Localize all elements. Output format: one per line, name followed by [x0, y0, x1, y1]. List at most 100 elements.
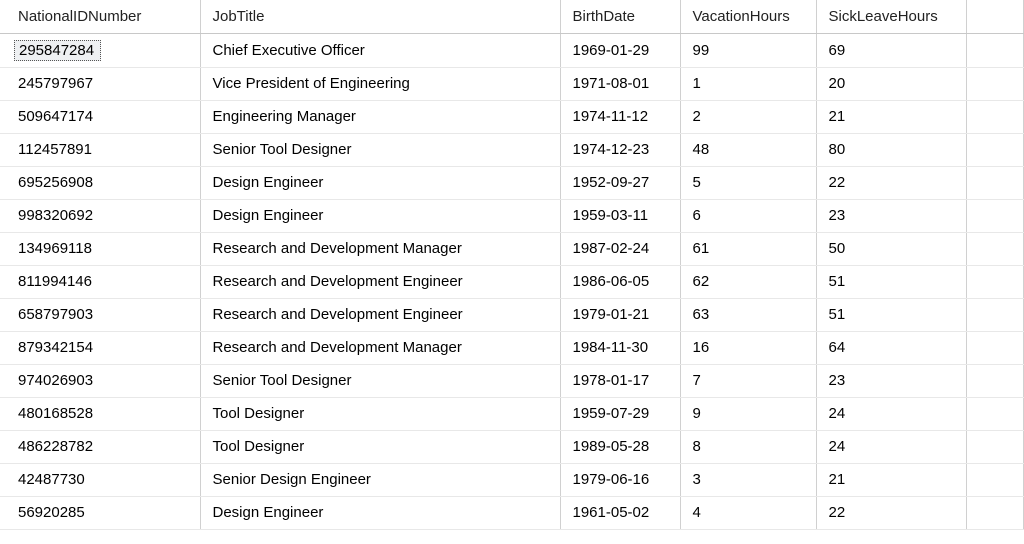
cell-job-title[interactable]: Senior Tool Designer	[200, 364, 560, 397]
cell-national-id[interactable]: 509647174	[0, 100, 200, 133]
cell-value: 245797967	[18, 74, 97, 93]
cell-vacation-hours[interactable]: 8	[680, 430, 816, 463]
cell-job-title[interactable]: Tool Designer	[200, 430, 560, 463]
cell-job-title[interactable]: Design Engineer	[200, 496, 560, 529]
cell-national-id[interactable]: 112457891	[0, 133, 200, 166]
cell-vacation-hours[interactable]: 63	[680, 298, 816, 331]
cell-job-title[interactable]: Chief Executive Officer	[200, 33, 560, 67]
cell-sick-leave-hours[interactable]: 23	[816, 199, 966, 232]
cell-sick-leave-hours[interactable]: 22	[816, 166, 966, 199]
table-row[interactable]: 480168528Tool Designer1959-07-29924	[0, 397, 1024, 430]
table-row[interactable]: 112457891Senior Tool Designer1974-12-234…	[0, 133, 1024, 166]
table-row[interactable]: 811994146Research and Development Engine…	[0, 265, 1024, 298]
cell-vacation-hours[interactable]: 61	[680, 232, 816, 265]
table-row[interactable]: 245797967 Vice President of Engineering19…	[0, 67, 1024, 100]
cell-vacation-hours[interactable]: 3	[680, 463, 816, 496]
cell-sick-leave-hours[interactable]: 51	[816, 298, 966, 331]
cell-vacation-hours[interactable]: 7	[680, 364, 816, 397]
cell-national-id[interactable]: 134969118	[0, 232, 200, 265]
cell-sick-leave-hours[interactable]: 24	[816, 397, 966, 430]
cell-birth-date[interactable]: 1986-06-05	[560, 265, 680, 298]
column-header-job-title[interactable]: JobTitle	[200, 0, 560, 33]
cell-vacation-hours[interactable]: 62	[680, 265, 816, 298]
cell-sick-leave-hours[interactable]: 51	[816, 265, 966, 298]
cell-national-id[interactable]: 56920285	[0, 496, 200, 529]
cell-job-title[interactable]: Research and Development Engineer	[200, 265, 560, 298]
cell-birth-date[interactable]: 1979-01-21	[560, 298, 680, 331]
cell-job-title[interactable]: Design Engineer	[200, 199, 560, 232]
cell-job-title[interactable]: Research and Development Engineer	[200, 298, 560, 331]
cell-vacation-hours[interactable]: 4	[680, 496, 816, 529]
cell-job-title[interactable]: Research and Development Manager	[200, 232, 560, 265]
cell-national-id[interactable]: 974026903	[0, 364, 200, 397]
table-row[interactable]: 879342154Research and Development Manage…	[0, 331, 1024, 364]
cell-sick-leave-hours[interactable]: 21	[816, 100, 966, 133]
cell-birth-date[interactable]: 1974-11-12	[560, 100, 680, 133]
table-row[interactable]: 56920285Design Engineer1961-05-02422	[0, 496, 1024, 529]
table-row[interactable]: 486228782Tool Designer1989-05-28824	[0, 430, 1024, 463]
cell-national-id[interactable]: 695256908	[0, 166, 200, 199]
cell-vacation-hours[interactable]: 9	[680, 397, 816, 430]
cell-national-id[interactable]: 486228782	[0, 430, 200, 463]
cell-job-title[interactable]: Vice President of Engineering	[200, 67, 560, 100]
cell-vacation-hours[interactable]: 16	[680, 331, 816, 364]
cell-empty	[966, 364, 1024, 397]
cell-national-id[interactable]: 879342154	[0, 331, 200, 364]
cell-birth-date[interactable]: 1959-07-29	[560, 397, 680, 430]
cell-sick-leave-hours[interactable]: 22	[816, 496, 966, 529]
cell-birth-date[interactable]: 1969-01-29	[560, 33, 680, 67]
cell-national-id[interactable]: 42487730	[0, 463, 200, 496]
cell-birth-date[interactable]: 1979-06-16	[560, 463, 680, 496]
table-row[interactable]: 509647174Engineering Manager1974-11-1222…	[0, 100, 1024, 133]
cell-empty	[966, 133, 1024, 166]
table-row[interactable]: 295847284Chief Executive Officer1969-01-…	[0, 33, 1024, 67]
cell-birth-date[interactable]: 1971-08-01	[560, 67, 680, 100]
cell-job-title[interactable]: Design Engineer	[200, 166, 560, 199]
cell-vacation-hours[interactable]: 48	[680, 133, 816, 166]
column-header-birth-date[interactable]: BirthDate	[560, 0, 680, 33]
column-header-sick-leave-hours[interactable]: SickLeaveHours	[816, 0, 966, 33]
cell-birth-date[interactable]: 1978-01-17	[560, 364, 680, 397]
cell-vacation-hours[interactable]: 1	[680, 67, 816, 100]
cell-sick-leave-hours[interactable]: 21	[816, 463, 966, 496]
table-row[interactable]: 974026903Senior Tool Designer1978-01-177…	[0, 364, 1024, 397]
cell-sick-leave-hours[interactable]: 69	[816, 33, 966, 67]
cell-national-id[interactable]: 811994146	[0, 265, 200, 298]
cell-sick-leave-hours[interactable]: 64	[816, 331, 966, 364]
cell-birth-date[interactable]: 1952-09-27	[560, 166, 680, 199]
cell-national-id[interactable]: 658797903	[0, 298, 200, 331]
cell-national-id[interactable]: 245797967	[0, 67, 200, 100]
cell-national-id[interactable]: 480168528	[0, 397, 200, 430]
cell-job-title[interactable]: Research and Development Manager	[200, 331, 560, 364]
cell-birth-date[interactable]: 1959-03-11	[560, 199, 680, 232]
cell-value: 998320692	[18, 206, 97, 225]
results-grid[interactable]: NationalIDNumber JobTitle BirthDate Vaca…	[0, 0, 1024, 530]
column-header-national-id[interactable]: NationalIDNumber	[0, 0, 200, 33]
cell-job-title[interactable]: Tool Designer	[200, 397, 560, 430]
cell-vacation-hours[interactable]: 2	[680, 100, 816, 133]
cell-vacation-hours[interactable]: 99	[680, 33, 816, 67]
cell-vacation-hours[interactable]: 6	[680, 199, 816, 232]
table-row[interactable]: 695256908Design Engineer1952-09-27522	[0, 166, 1024, 199]
column-header-vacation-hours[interactable]: VacationHours	[680, 0, 816, 33]
cell-national-id[interactable]: 295847284	[0, 33, 200, 67]
table-row[interactable]: 658797903Research and Development Engine…	[0, 298, 1024, 331]
cell-birth-date[interactable]: 1984-11-30	[560, 331, 680, 364]
cell-sick-leave-hours[interactable]: 23	[816, 364, 966, 397]
cell-sick-leave-hours[interactable]: 80	[816, 133, 966, 166]
cell-job-title[interactable]: Senior Tool Designer	[200, 133, 560, 166]
cell-vacation-hours[interactable]: 5	[680, 166, 816, 199]
cell-birth-date[interactable]: 1961-05-02	[560, 496, 680, 529]
cell-national-id[interactable]: 998320692	[0, 199, 200, 232]
cell-sick-leave-hours[interactable]: 20	[816, 67, 966, 100]
cell-birth-date[interactable]: 1989-05-28	[560, 430, 680, 463]
cell-job-title[interactable]: Senior Design Engineer	[200, 463, 560, 496]
cell-sick-leave-hours[interactable]: 50	[816, 232, 966, 265]
cell-birth-date[interactable]: 1987-02-24	[560, 232, 680, 265]
table-row[interactable]: 998320692 Design Engineer1959-03-11623	[0, 199, 1024, 232]
cell-sick-leave-hours[interactable]: 24	[816, 430, 966, 463]
table-row[interactable]: 134969118Research and Development Manage…	[0, 232, 1024, 265]
cell-birth-date[interactable]: 1974-12-23	[560, 133, 680, 166]
cell-job-title[interactable]: Engineering Manager	[200, 100, 560, 133]
table-row[interactable]: 42487730Senior Design Engineer1979-06-16…	[0, 463, 1024, 496]
